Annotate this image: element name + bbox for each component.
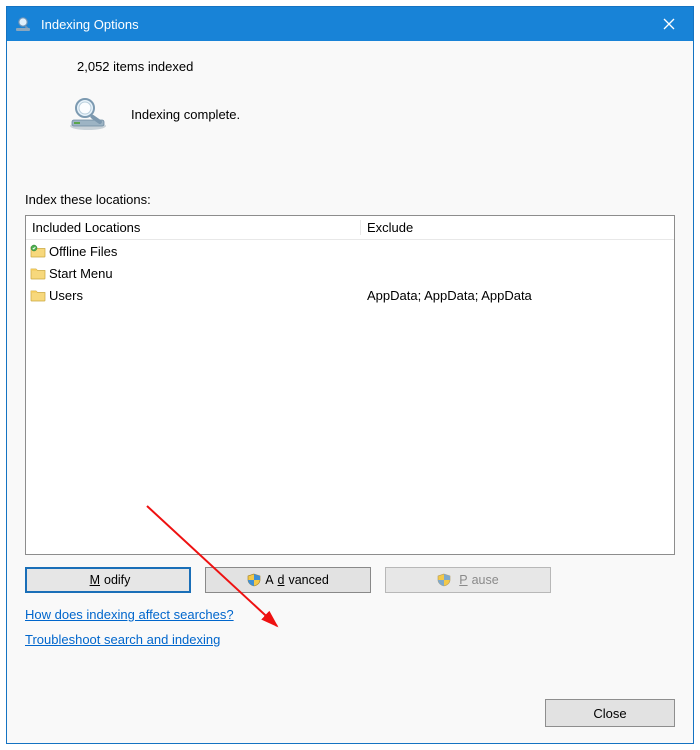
locations-label: Index these locations: — [25, 192, 675, 207]
table-row[interactable]: Offline Files — [26, 240, 674, 262]
pause-button: Pause — [385, 567, 551, 593]
table-row[interactable]: Users AppData; AppData; AppData — [26, 284, 674, 306]
help-link[interactable]: How does indexing affect searches? — [25, 607, 234, 622]
status-state: Indexing complete. — [131, 107, 240, 122]
shield-icon — [437, 573, 451, 587]
folder-icon — [30, 244, 46, 258]
window-title: Indexing Options — [41, 17, 645, 32]
row-name: Users — [49, 288, 83, 303]
advanced-button[interactable]: Advanced — [205, 567, 371, 593]
folder-icon — [30, 288, 46, 302]
client-area: 2,052 items indexed Indexing complete. I… — [7, 41, 693, 743]
row-name: Start Menu — [49, 266, 113, 281]
table-row[interactable]: Start Menu — [26, 262, 674, 284]
modify-button[interactable]: Modify — [25, 567, 191, 593]
indexing-options-window: Indexing Options 2,052 items indexed Ind… — [6, 6, 694, 744]
row-name: Offline Files — [49, 244, 117, 259]
help-links: How does indexing affect searches? Troub… — [25, 607, 675, 647]
col-included[interactable]: Included Locations — [26, 220, 361, 235]
status-count: 2,052 items indexed — [77, 59, 675, 74]
locations-listview[interactable]: Included Locations Exclude Offline Files… — [25, 215, 675, 555]
folder-icon — [30, 266, 46, 280]
listview-header: Included Locations Exclude — [26, 216, 674, 240]
indexing-icon — [15, 15, 33, 33]
troubleshoot-link[interactable]: Troubleshoot search and indexing — [25, 632, 220, 647]
row-exclude: AppData; AppData; AppData — [361, 288, 674, 303]
close-icon — [663, 18, 675, 30]
close-button[interactable]: Close — [545, 699, 675, 727]
col-exclude[interactable]: Exclude — [361, 220, 674, 235]
titlebar: Indexing Options — [7, 7, 693, 41]
window-close-button[interactable] — [645, 7, 693, 41]
shield-icon — [247, 573, 261, 587]
magnifier-icon — [65, 96, 111, 132]
button-row: Modify Advanced Pause — [25, 567, 675, 593]
